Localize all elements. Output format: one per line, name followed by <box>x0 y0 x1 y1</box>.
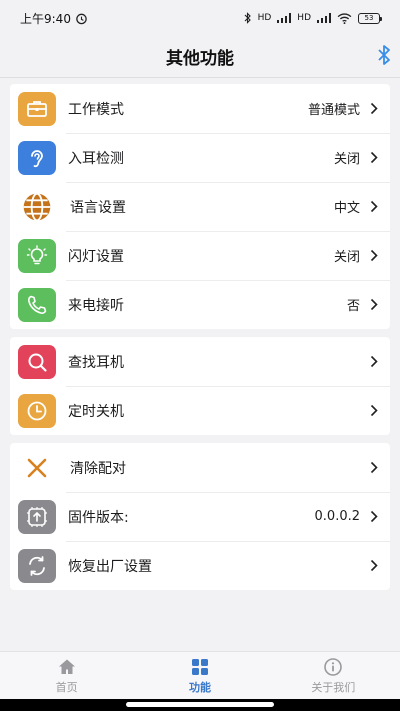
status-icons: HD HD 53 <box>244 12 382 24</box>
row-value: 中文 <box>333 201 360 216</box>
system-nav-bar <box>0 699 400 711</box>
row-label: 固件版本: <box>68 509 129 526</box>
tab-about-us[interactable]: 关于我们 <box>267 652 400 699</box>
row-work-mode[interactable]: 工作模式 普通模式 <box>10 84 390 133</box>
info-icon <box>324 657 343 676</box>
row-call-answer[interactable]: 来电接听 否 <box>10 280 390 329</box>
row-clear-pairing[interactable]: 清除配对 <box>10 443 390 492</box>
settings-group-tools: 查找耳机 定时关机 <box>10 337 390 435</box>
row-label: 查找耳机 <box>68 354 124 371</box>
row-value: 关闭 <box>333 152 360 167</box>
row-label: 工作模式 <box>68 101 124 118</box>
status-bar: 上午9:40 HD HD 53 <box>0 0 400 36</box>
bluetooth-icon[interactable] <box>376 44 392 66</box>
briefcase-icon <box>18 91 56 126</box>
ear-icon <box>18 140 56 175</box>
chevron-right-icon <box>370 559 378 572</box>
page-title: 其他功能 <box>166 48 234 69</box>
row-value: 0.0.0.2 <box>314 509 360 524</box>
close-icon <box>18 451 56 485</box>
row-flash-light[interactable]: 闪灯设置 关闭 <box>10 231 390 280</box>
settings-group-general: 工作模式 普通模式 入耳检测 关闭 语言设置 中文 闪灯设置 关闭 来电接听 否 <box>10 84 390 329</box>
alarm-icon <box>76 13 87 24</box>
row-label: 闪灯设置 <box>68 248 124 265</box>
phone-icon <box>18 287 56 322</box>
tab-home[interactable]: 首页 <box>0 652 133 699</box>
chevron-right-icon <box>370 102 378 115</box>
row-value: 普通模式 <box>307 103 360 118</box>
wifi-icon <box>337 12 352 24</box>
row-timed-shutdown[interactable]: 定时关机 <box>10 386 390 435</box>
tab-label: 关于我们 <box>311 680 356 694</box>
reset-icon <box>18 548 56 583</box>
row-label: 清除配对 <box>70 460 126 477</box>
row-value: 否 <box>346 299 360 314</box>
lightbulb-icon <box>18 238 56 273</box>
signal-icon <box>277 13 292 23</box>
tab-label: 功能 <box>188 680 211 694</box>
network-type-2: HD <box>297 13 311 23</box>
bluetooth-status-icon <box>244 12 251 24</box>
row-label: 来电接听 <box>68 297 124 314</box>
status-time: 上午9:40 <box>20 11 71 26</box>
row-value: 关闭 <box>333 250 360 265</box>
page-header: 其他功能 <box>0 36 400 76</box>
row-label: 入耳检测 <box>68 150 124 167</box>
battery-icon: 53 <box>358 12 382 24</box>
row-label: 语言设置 <box>70 199 126 216</box>
tab-functions[interactable]: 功能 <box>133 652 266 699</box>
header-divider <box>0 77 400 78</box>
row-factory-reset[interactable]: 恢复出厂设置 <box>10 541 390 590</box>
row-ear-detection[interactable]: 入耳检测 关闭 <box>10 133 390 182</box>
row-firmware-version[interactable]: 固件版本: 0.0.0.2 <box>10 492 390 541</box>
chevron-right-icon <box>370 200 378 213</box>
tab-bar: 首页 功能 关于我们 <box>0 651 400 699</box>
signal-icon-2 <box>317 13 331 23</box>
chevron-right-icon <box>370 510 378 523</box>
row-label: 恢复出厂设置 <box>68 558 152 575</box>
status-time-group: 上午9:40 <box>20 10 88 27</box>
row-find-earbuds[interactable]: 查找耳机 <box>10 337 390 386</box>
globe-icon <box>18 190 56 224</box>
settings-group-device: 清除配对 固件版本: 0.0.0.2 恢复出厂设置 <box>10 443 390 590</box>
grid-icon <box>191 658 208 675</box>
chevron-right-icon <box>370 404 378 417</box>
home-icon <box>58 659 75 674</box>
chevron-right-icon <box>370 355 378 368</box>
home-indicator[interactable] <box>126 702 274 707</box>
clock-icon <box>18 393 56 428</box>
tab-label: 首页 <box>55 680 78 694</box>
firmware-icon <box>18 499 56 534</box>
chevron-right-icon <box>370 249 378 262</box>
row-language[interactable]: 语言设置 中文 <box>10 182 390 231</box>
search-icon <box>18 344 56 379</box>
chevron-right-icon <box>370 151 378 164</box>
network-type-1: HD <box>257 13 272 23</box>
chevron-right-icon <box>370 461 378 474</box>
row-label: 定时关机 <box>68 403 124 420</box>
chevron-right-icon <box>370 298 378 311</box>
